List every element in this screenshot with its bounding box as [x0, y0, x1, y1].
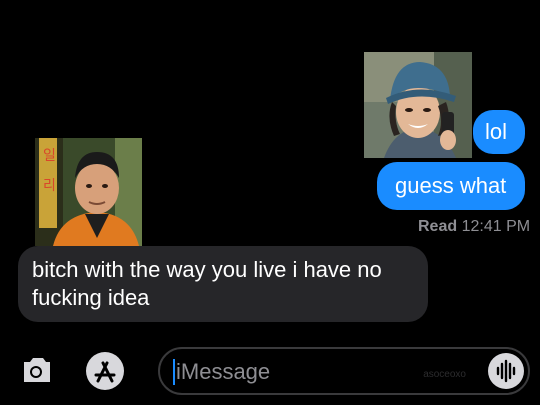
watermark-text: asoceoxo	[423, 369, 466, 380]
svg-text:일: 일	[43, 148, 56, 164]
svg-text:리: 리	[43, 178, 56, 194]
text-caret	[173, 359, 175, 385]
message-input[interactable]: iMessage asoceoxo	[158, 347, 530, 395]
camera-button[interactable]	[18, 352, 54, 388]
apps-button[interactable]	[84, 350, 126, 392]
woman-cap-image	[364, 52, 472, 158]
read-status: Read	[418, 218, 458, 235]
message-text: bitch with the way you live i have no fu…	[32, 257, 382, 310]
message-placeholder: iMessage	[176, 359, 271, 384]
voice-button[interactable]	[488, 353, 524, 389]
message-bubble-sent[interactable]: guess what	[377, 162, 525, 210]
read-time: 12:41 PM	[461, 218, 531, 235]
message-bubble-received[interactable]: bitch with the way you live i have no fu…	[18, 246, 428, 322]
message-text: guess what	[395, 173, 507, 198]
camera-icon	[24, 358, 50, 382]
man-orange-jacket-image: 일 리	[35, 138, 142, 246]
app-store-icon	[86, 352, 124, 390]
read-receipt: Read 12:41 PM	[418, 218, 530, 236]
sender-photo	[364, 52, 472, 158]
receiver-photo: 일 리	[35, 138, 142, 246]
message-text: lol	[485, 119, 508, 144]
message-bubble-sent[interactable]: lol	[473, 110, 525, 154]
voice-waveform-icon	[496, 359, 516, 383]
